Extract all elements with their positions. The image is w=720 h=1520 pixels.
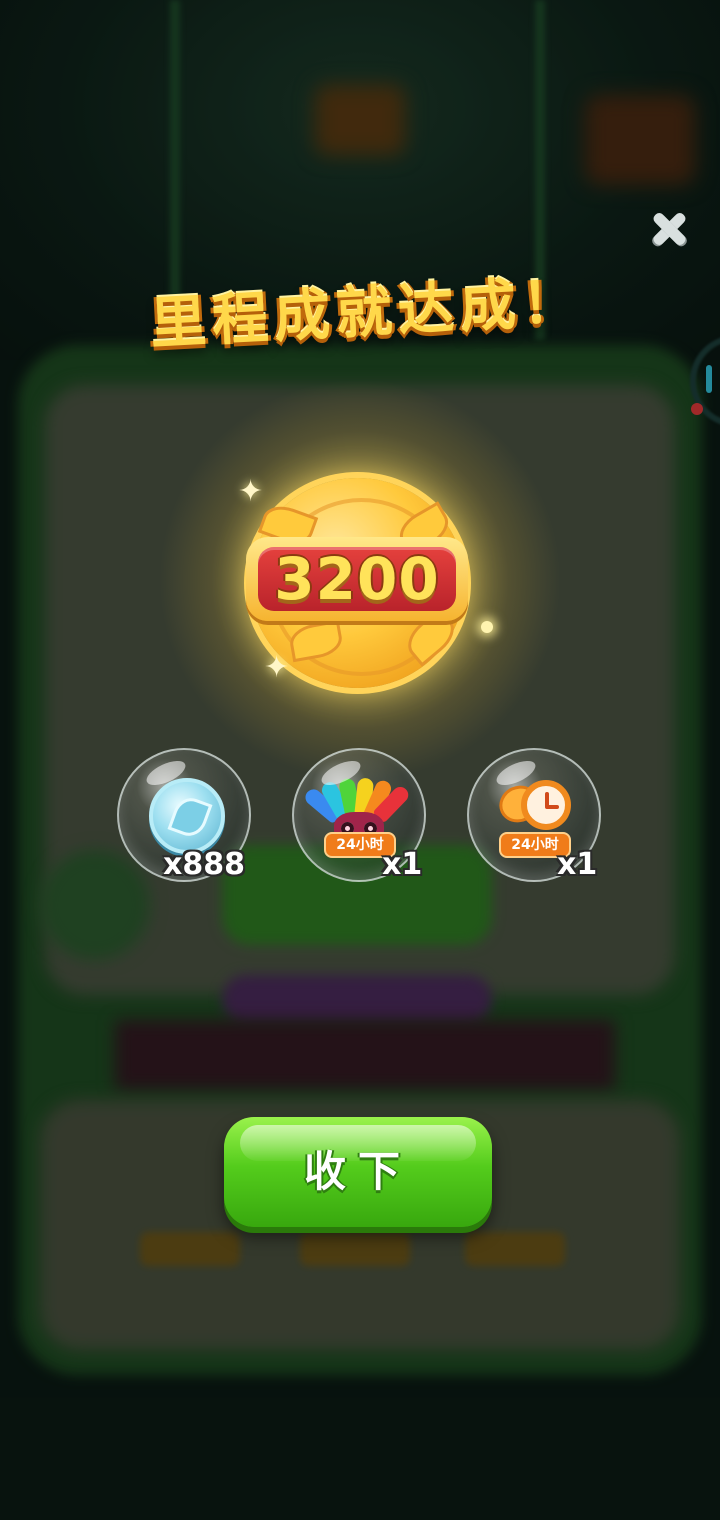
collect-button-label: 收下 xyxy=(303,1147,412,1196)
reward-quantity: x1 xyxy=(382,847,423,882)
medal-value: 3200 xyxy=(274,545,440,613)
leaf-coin-icon xyxy=(149,778,225,854)
sparkle-dot xyxy=(481,621,493,633)
reward-quantity: x1 xyxy=(557,847,598,882)
close-button[interactable] xyxy=(648,208,690,250)
reward-quantity: x888 xyxy=(163,847,245,882)
sparkle-icon: ✦ xyxy=(238,474,264,509)
sparkle-icon: ✦ xyxy=(264,650,290,685)
collect-button[interactable]: 收下 xyxy=(224,1117,492,1227)
